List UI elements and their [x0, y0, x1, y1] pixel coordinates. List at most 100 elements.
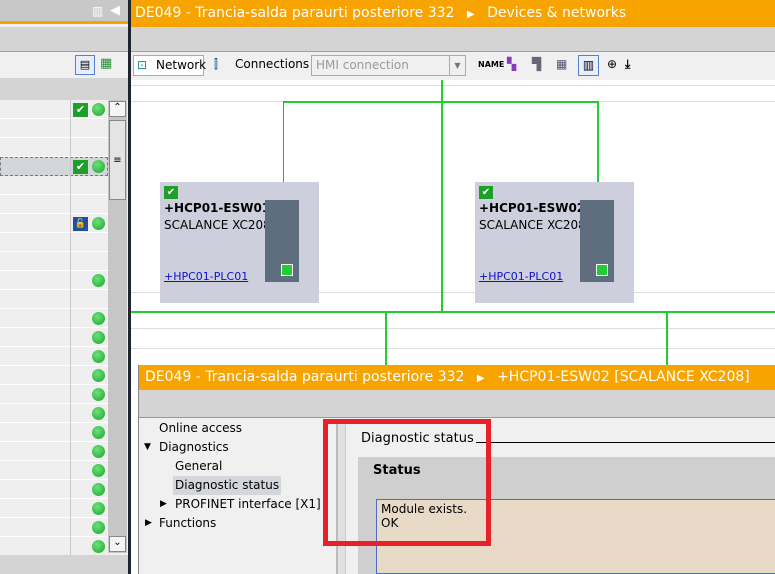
device-type: SCALANCE XC208	[479, 218, 586, 232]
zoom-in-icon[interactable]: ⊕	[607, 55, 617, 76]
port-status-icon	[596, 264, 608, 276]
check-icon: ✔	[73, 103, 88, 117]
device-name: +HCP01-ESW02	[479, 201, 586, 215]
online-status-icon	[92, 445, 105, 458]
column-separator	[70, 100, 71, 555]
online-status-icon	[92, 464, 105, 477]
check-icon: ✔	[73, 160, 88, 174]
breadcrumb-arrow-icon: ▶	[466, 9, 475, 20]
online-status-icon	[92, 103, 105, 116]
online-status-icon	[92, 369, 105, 382]
tree-row[interactable]	[0, 176, 108, 195]
tree-row[interactable]	[0, 195, 108, 214]
project-tree-header: ▥ ◀	[0, 0, 128, 24]
scroll-thumb[interactable]: ≡	[109, 120, 126, 200]
rename-icon[interactable]: NAME	[478, 55, 504, 76]
download-icon[interactable]: ⤓	[625, 55, 630, 76]
breadcrumb-arrow-icon: ▶	[476, 373, 485, 384]
port-status-icon	[281, 264, 293, 276]
dialog-device: +HCP01-ESW02 [SCALANCE XC208]	[497, 369, 750, 385]
collapse-left-icon[interactable]: ◀	[110, 3, 120, 18]
online-status-icon	[92, 217, 105, 230]
show-addresses-icon[interactable]: ▚	[507, 55, 516, 76]
collapsed-icon[interactable]: ▶	[145, 514, 152, 533]
panel-layout-icon[interactable]: ▥	[92, 4, 103, 18]
network-label: Network	[156, 58, 207, 72]
network-icon: ⊡	[137, 58, 148, 72]
online-status-icon	[92, 331, 105, 344]
online-status-icon	[92, 502, 105, 515]
editor-title-bar: DE049 - Trancia-salda paraurti posterior…	[131, 0, 775, 27]
editor-breadcrumb[interactable]: Devices & networks	[487, 5, 626, 21]
network-line	[283, 101, 599, 103]
nav-functions[interactable]: Functions	[159, 514, 216, 533]
online-status-icon	[92, 312, 105, 325]
online-status-icon	[92, 160, 105, 173]
device-name: +HCP01-ESW01	[164, 201, 271, 215]
subnet-line	[131, 311, 775, 313]
dialog-title-bar: DE049 - Trancia-salda paraurti posterior…	[139, 365, 775, 390]
collapsed-icon[interactable]: ▶	[160, 495, 167, 514]
nav-general[interactable]: General	[175, 457, 222, 476]
network-line	[666, 311, 668, 365]
connection-type-select[interactable]: HMI connection ▼	[311, 55, 466, 76]
tree-footer	[0, 555, 128, 574]
page-break-icon[interactable]: ▜	[532, 55, 541, 76]
highlight-box	[323, 419, 491, 546]
editor-title: DE049 - Trancia-salda paraurti posterior…	[135, 5, 455, 21]
tree-gray-bar	[0, 27, 128, 52]
nav-online-access[interactable]: Online access	[159, 419, 242, 438]
check-icon: ✔	[479, 186, 493, 199]
scroll-down-icon[interactable]: ⌄	[109, 536, 126, 552]
tree-row[interactable]	[0, 252, 108, 271]
dialog-title: DE049 - Trancia-salda paraurti posterior…	[145, 369, 465, 385]
overview-icon[interactable]: ▥	[578, 55, 599, 76]
nav-profinet-interface[interactable]: PROFINET interface [X1]	[175, 495, 321, 514]
switch-module-icon	[580, 200, 614, 282]
connections-button[interactable]: ⫿ Connections	[211, 55, 309, 76]
expanded-icon[interactable]: ▼	[144, 438, 151, 457]
online-status-icon	[92, 388, 105, 401]
table-view-icon[interactable]: ▤	[75, 55, 95, 75]
tree-row[interactable]	[0, 138, 108, 157]
tree-row[interactable]	[0, 290, 108, 309]
online-status-icon	[92, 274, 105, 287]
tree-column-header	[0, 78, 128, 100]
nav-diagnostics[interactable]: Diagnostics	[159, 438, 229, 457]
connection-type-value: HMI connection	[316, 58, 409, 72]
tree-scrollbar[interactable]: ⌃ ≡ ⌄	[108, 100, 127, 553]
online-status-icon	[92, 426, 105, 439]
export-icon[interactable]: ▦	[100, 56, 112, 71]
device-type: SCALANCE XC208	[164, 218, 271, 232]
connections-label: Connections	[235, 57, 310, 71]
tree-toolbar: ▤ ▦	[0, 52, 128, 78]
section-rule	[476, 442, 775, 443]
grid-icon[interactable]: ▦	[556, 55, 567, 76]
device-esw02[interactable]: ✔ +HCP01-ESW02 SCALANCE XC208 +HPC01-PLC…	[475, 182, 634, 303]
device-link[interactable]: +HPC01-PLC01	[479, 270, 563, 283]
switch-module-icon	[265, 200, 299, 282]
editor-tab-bar	[131, 27, 775, 52]
device-link[interactable]: +HPC01-PLC01	[164, 270, 248, 283]
dialog-toolbar	[139, 390, 775, 418]
online-status-icon	[92, 540, 105, 553]
network-line	[385, 311, 387, 365]
online-status-icon	[92, 407, 105, 420]
network-view-button[interactable]: ⊡ Network	[133, 55, 207, 76]
network-toolbar: ⊡ Network ⫿ Connections HMI connection ▼…	[131, 52, 775, 80]
chevron-down-icon[interactable]: ▼	[449, 56, 465, 75]
network-line	[441, 80, 443, 312]
device-esw01[interactable]: ✔ +HCP01-ESW01 SCALANCE XC208 +HPC01-PLC…	[160, 182, 319, 303]
online-status-icon	[92, 350, 105, 363]
tree-row[interactable]	[0, 119, 108, 138]
project-tree-panel: ▥ ◀ ▤ ▦ ✔ ✔ 🔓 ⌃ ≡ ⌄	[0, 0, 128, 574]
unlock-icon: 🔓	[73, 217, 88, 231]
connections-icon: ⫿	[214, 57, 218, 71]
network-canvas[interactable]: ✔ +HCP01-ESW01 SCALANCE XC208 +HPC01-PLC…	[131, 80, 775, 365]
online-status-icon	[92, 483, 105, 496]
scroll-up-icon[interactable]: ⌃	[109, 101, 126, 117]
check-icon: ✔	[164, 186, 178, 199]
online-status-icon	[92, 521, 105, 534]
tree-row[interactable]	[0, 233, 108, 252]
nav-diagnostic-status[interactable]: Diagnostic status	[173, 476, 282, 495]
